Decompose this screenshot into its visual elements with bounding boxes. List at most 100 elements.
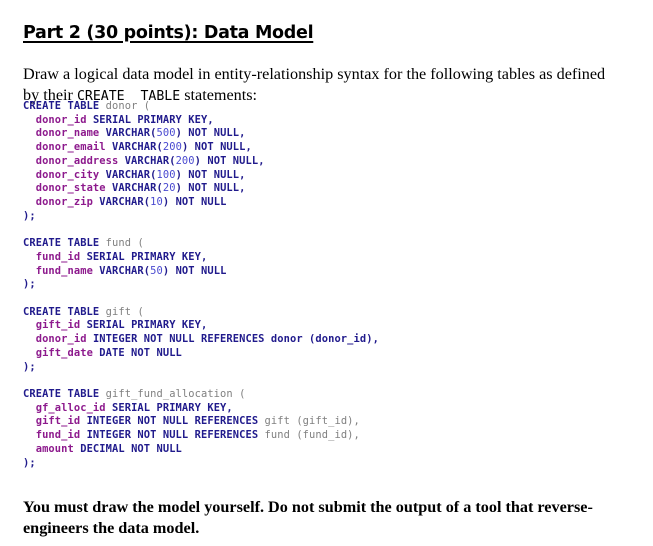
- sql-token: donor_id: [35, 333, 87, 346]
- sql-token: SERIAL PRIMARY KEY,: [92, 113, 214, 126]
- sql-token: DATE NOT NULL: [99, 346, 182, 359]
- sql-token: fund: [105, 237, 132, 250]
- sql-token: );: [23, 456, 36, 469]
- sql-token: );: [23, 278, 36, 291]
- sql-token: SERIAL PRIMARY KEY,: [86, 250, 208, 263]
- sql-token: SERIAL PRIMARY KEY,: [86, 319, 208, 332]
- sql-token: CREATE TABLE: [23, 100, 100, 112]
- sql-token: (: [143, 100, 151, 112]
- sql-token: );: [23, 360, 36, 373]
- sql-token: gift_fund_allocation: [105, 388, 233, 400]
- sql-line: );: [23, 457, 623, 471]
- sql-token: 500: [156, 127, 176, 140]
- sql-token: SERIAL PRIMARY KEY,: [112, 401, 233, 414]
- sql-line: fund_name VARCHAR(50) NOT NULL: [23, 265, 623, 279]
- page-title: Part 2 (30 points): Data Model: [23, 22, 314, 43]
- sql-line: donor_name VARCHAR(500) NOT NULL,: [23, 127, 623, 141]
- sql-token: CREATE TABLE: [23, 305, 100, 318]
- sql-token: donor_address: [35, 154, 119, 167]
- sql-token: INTEGER NOT NULL REFERENCES: [86, 415, 259, 428]
- sql-token: fund_id: [35, 250, 81, 263]
- sql-line: fund_id SERIAL PRIMARY KEY,: [23, 251, 623, 265]
- sql-line: donor_id INTEGER NOT NULL REFERENCES don…: [23, 333, 623, 347]
- sql-line: donor_city VARCHAR(100) NOT NULL,: [23, 169, 623, 183]
- sql-line: );: [23, 361, 623, 375]
- sql-token: fund (fund_id),: [264, 429, 360, 442]
- sql-token: NOT NULL: [175, 196, 227, 209]
- sql-token: VARCHAR: [112, 182, 157, 195]
- sql-token: 200: [175, 154, 195, 167]
- sql-line: gift_id INTEGER NOT NULL REFERENCES gift…: [23, 415, 623, 429]
- sql-token: 100: [156, 168, 176, 181]
- sql-token: fund_name: [35, 264, 93, 277]
- sql-token: gf_alloc_id: [35, 401, 106, 414]
- sql-token: gift (gift_id),: [264, 415, 360, 428]
- sql-line: donor_email VARCHAR(200) NOT NULL,: [23, 141, 623, 155]
- sql-token: donor_city: [35, 168, 100, 181]
- sql-token: NOT NULL,: [207, 154, 265, 167]
- sql-line: donor_address VARCHAR(200) NOT NULL,: [23, 155, 623, 169]
- sql-token: DECIMAL NOT NULL: [80, 442, 182, 455]
- sql-line: gift_date DATE NOT NULL: [23, 347, 623, 361]
- sql-statement-gift: CREATE TABLE gift ( gift_id SERIAL PRIMA…: [23, 306, 623, 375]
- sql-token: 50: [150, 264, 163, 277]
- sql-token: 20: [162, 182, 176, 195]
- sql-token: CREATE TABLE: [23, 388, 100, 400]
- sql-line: amount DECIMAL NOT NULL: [23, 443, 623, 457]
- sql-token: NOT NULL,: [194, 141, 252, 154]
- sql-line: CREATE TABLE donor (: [23, 100, 623, 114]
- sql-token: VARCHAR: [124, 154, 170, 167]
- sql-line: fund_id INTEGER NOT NULL REFERENCES fund…: [23, 429, 623, 443]
- sql-line: donor_state VARCHAR(20) NOT NULL,: [23, 182, 623, 196]
- sql-token: donor_id: [35, 113, 87, 126]
- sql-token: donor_state: [35, 182, 106, 195]
- sql-token: VARCHAR: [105, 168, 151, 181]
- sql-statement-gift_fund_allocation: CREATE TABLE gift_fund_allocation ( gf_a…: [23, 388, 623, 470]
- sql-token: 10: [150, 196, 163, 209]
- sql-token: amount: [35, 442, 74, 455]
- sql-line: donor_zip VARCHAR(10) NOT NULL: [23, 196, 623, 210]
- sql-line: );: [23, 278, 623, 292]
- sql-line: gf_alloc_id SERIAL PRIMARY KEY,: [23, 402, 623, 416]
- sql-token: NOT NULL,: [188, 182, 246, 195]
- sql-statement-fund: CREATE TABLE fund ( fund_id SERIAL PRIMA…: [23, 237, 623, 292]
- sql-line: donor_id SERIAL PRIMARY KEY,: [23, 114, 623, 128]
- sql-token: donor_zip: [35, 196, 93, 209]
- sql-token: NOT NULL,: [188, 127, 246, 140]
- assignment-page: Part 2 (30 points): Data Model Draw a lo…: [0, 0, 653, 546]
- sql-token: gift_id: [35, 319, 81, 332]
- sql-token: donor_name: [35, 127, 100, 140]
- sql-line: CREATE TABLE fund (: [23, 237, 623, 251]
- sql-token: fund_id: [35, 429, 81, 442]
- sql-token: VARCHAR: [99, 264, 144, 277]
- sql-token: CREATE TABLE: [23, 237, 100, 250]
- sql-token: 200: [162, 141, 182, 154]
- sql-token: VARCHAR: [105, 127, 151, 140]
- sql-token: NOT NULL,: [188, 168, 246, 181]
- sql-line: );: [23, 210, 623, 224]
- sql-line: gift_id SERIAL PRIMARY KEY,: [23, 319, 623, 333]
- sql-token: INTEGER NOT NULL REFERENCES: [86, 429, 259, 442]
- sql-token: (: [239, 388, 246, 400]
- sql-token: (: [137, 237, 144, 250]
- sql-token: gift_id: [35, 415, 81, 428]
- sql-token: INTEGER NOT NULL REFERENCES donor (donor…: [92, 333, 379, 346]
- sql-token: );: [23, 209, 36, 222]
- sql-token: donor_email: [35, 141, 106, 154]
- sql-code-listing: CREATE TABLE donor ( donor_id SERIAL PRI…: [23, 100, 623, 470]
- sql-statement-donor: CREATE TABLE donor ( donor_id SERIAL PRI…: [23, 100, 623, 223]
